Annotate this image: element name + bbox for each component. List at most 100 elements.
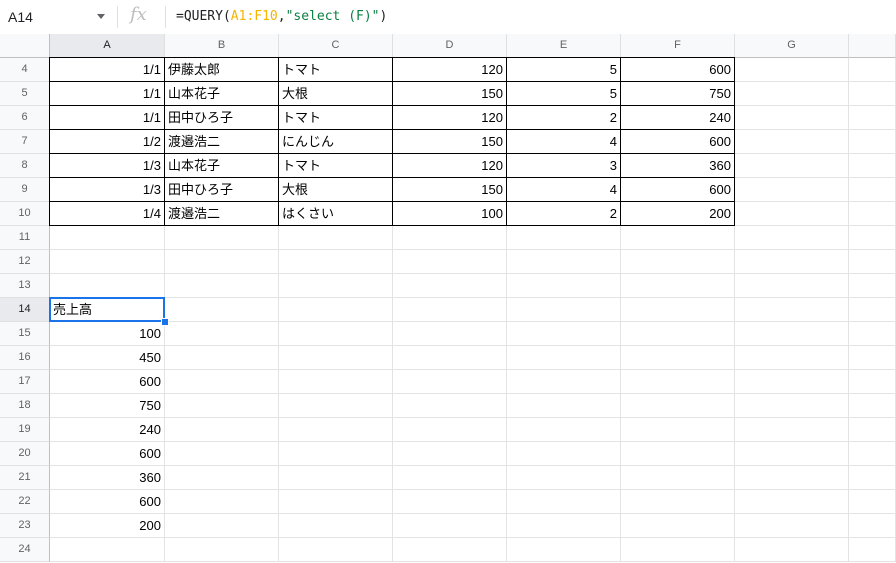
cell-g16[interactable] <box>735 346 849 370</box>
cell-e24[interactable] <box>507 538 621 562</box>
cell-f17[interactable] <box>621 370 735 394</box>
cell-h19[interactable] <box>849 418 896 442</box>
cell-e6[interactable]: 2 <box>507 106 621 130</box>
cell-d10[interactable]: 100 <box>393 202 507 226</box>
row-header-7[interactable]: 7 <box>0 130 50 154</box>
cell-f15[interactable] <box>621 322 735 346</box>
row-header-23[interactable]: 23 <box>0 514 50 538</box>
cell-e23[interactable] <box>507 514 621 538</box>
cell-g12[interactable] <box>735 250 849 274</box>
row-header-11[interactable]: 11 <box>0 226 50 250</box>
cell-h15[interactable] <box>849 322 896 346</box>
cell-h20[interactable] <box>849 442 896 466</box>
cell-a19[interactable]: 240 <box>50 418 165 442</box>
formula-input[interactable]: =QUERY(A1:F10,"select (F)") <box>176 9 387 24</box>
chevron-down-icon[interactable] <box>97 14 105 19</box>
cell-b6[interactable]: 田中ひろ子 <box>165 106 279 130</box>
cell-g22[interactable] <box>735 490 849 514</box>
cell-d15[interactable] <box>393 322 507 346</box>
cell-f23[interactable] <box>621 514 735 538</box>
cell-d16[interactable] <box>393 346 507 370</box>
cell-e20[interactable] <box>507 442 621 466</box>
cell-c7[interactable]: にんじん <box>279 130 393 154</box>
cell-d9[interactable]: 150 <box>393 178 507 202</box>
cell-a8[interactable]: 1/3 <box>49 154 165 178</box>
cell-b9[interactable]: 田中ひろ子 <box>165 178 279 202</box>
row-header-8[interactable]: 8 <box>0 154 50 178</box>
cell-h6[interactable] <box>849 106 896 130</box>
cell-c9[interactable]: 大根 <box>279 178 393 202</box>
cell-g13[interactable] <box>735 274 849 298</box>
cell-d6[interactable]: 120 <box>393 106 507 130</box>
cell-c14[interactable] <box>279 298 393 322</box>
cell-g7[interactable] <box>735 130 849 154</box>
cell-h9[interactable] <box>849 178 896 202</box>
cell-f7[interactable]: 600 <box>621 130 735 154</box>
cell-a23[interactable]: 200 <box>50 514 165 538</box>
cell-h14[interactable] <box>849 298 896 322</box>
cell-d8[interactable]: 120 <box>393 154 507 178</box>
cell-f4[interactable]: 600 <box>621 57 735 82</box>
cell-c13[interactable] <box>279 274 393 298</box>
cell-g17[interactable] <box>735 370 849 394</box>
cell-c10[interactable]: はくさい <box>279 202 393 226</box>
cell-b16[interactable] <box>165 346 279 370</box>
cell-e8[interactable]: 3 <box>507 154 621 178</box>
cell-g20[interactable] <box>735 442 849 466</box>
spreadsheet-grid[interactable]: A B C D E F G 4 1/1 伊藤太郎 トマト 120 5 600 5 1/1 山本花子 大根 150 5 7… <box>0 34 896 563</box>
cell-h8[interactable] <box>849 154 896 178</box>
cell-f12[interactable] <box>621 250 735 274</box>
cell-d13[interactable] <box>393 274 507 298</box>
column-header-c[interactable]: C <box>279 34 393 58</box>
cell-g19[interactable] <box>735 418 849 442</box>
cell-f21[interactable] <box>621 466 735 490</box>
column-header-b[interactable]: B <box>165 34 279 58</box>
cell-a22[interactable]: 600 <box>50 490 165 514</box>
cell-e16[interactable] <box>507 346 621 370</box>
cell-h21[interactable] <box>849 466 896 490</box>
row-header-5[interactable]: 5 <box>0 82 50 106</box>
cell-f18[interactable] <box>621 394 735 418</box>
cell-c8[interactable]: トマト <box>279 154 393 178</box>
cell-e11[interactable] <box>507 226 621 250</box>
cell-f6[interactable]: 240 <box>621 106 735 130</box>
row-header-17[interactable]: 17 <box>0 370 50 394</box>
cell-h16[interactable] <box>849 346 896 370</box>
row-header-15[interactable]: 15 <box>0 322 50 346</box>
cell-a7[interactable]: 1/2 <box>49 130 165 154</box>
cell-f10[interactable]: 200 <box>621 202 735 226</box>
cell-c20[interactable] <box>279 442 393 466</box>
cell-b21[interactable] <box>165 466 279 490</box>
cell-g9[interactable] <box>735 178 849 202</box>
fill-handle[interactable] <box>161 318 169 326</box>
row-header-22[interactable]: 22 <box>0 490 50 514</box>
cell-b22[interactable] <box>165 490 279 514</box>
cell-e10[interactable]: 2 <box>507 202 621 226</box>
row-header-18[interactable]: 18 <box>0 394 50 418</box>
cell-e18[interactable] <box>507 394 621 418</box>
cell-a20[interactable]: 600 <box>50 442 165 466</box>
cell-h10[interactable] <box>849 202 896 226</box>
cell-h7[interactable] <box>849 130 896 154</box>
cell-f13[interactable] <box>621 274 735 298</box>
cell-d12[interactable] <box>393 250 507 274</box>
cell-c18[interactable] <box>279 394 393 418</box>
cell-e5[interactable]: 5 <box>507 82 621 106</box>
cell-c24[interactable] <box>279 538 393 562</box>
cell-b5[interactable]: 山本花子 <box>165 82 279 106</box>
cell-e15[interactable] <box>507 322 621 346</box>
cell-b17[interactable] <box>165 370 279 394</box>
cell-d7[interactable]: 150 <box>393 130 507 154</box>
cell-h23[interactable] <box>849 514 896 538</box>
cell-d21[interactable] <box>393 466 507 490</box>
cell-g8[interactable] <box>735 154 849 178</box>
cell-d23[interactable] <box>393 514 507 538</box>
cell-g4[interactable] <box>735 58 849 82</box>
cell-a16[interactable]: 450 <box>50 346 165 370</box>
cell-d11[interactable] <box>393 226 507 250</box>
cell-d24[interactable] <box>393 538 507 562</box>
cell-h24[interactable] <box>849 538 896 562</box>
column-header-g[interactable]: G <box>735 34 849 58</box>
cell-d18[interactable] <box>393 394 507 418</box>
cell-b18[interactable] <box>165 394 279 418</box>
